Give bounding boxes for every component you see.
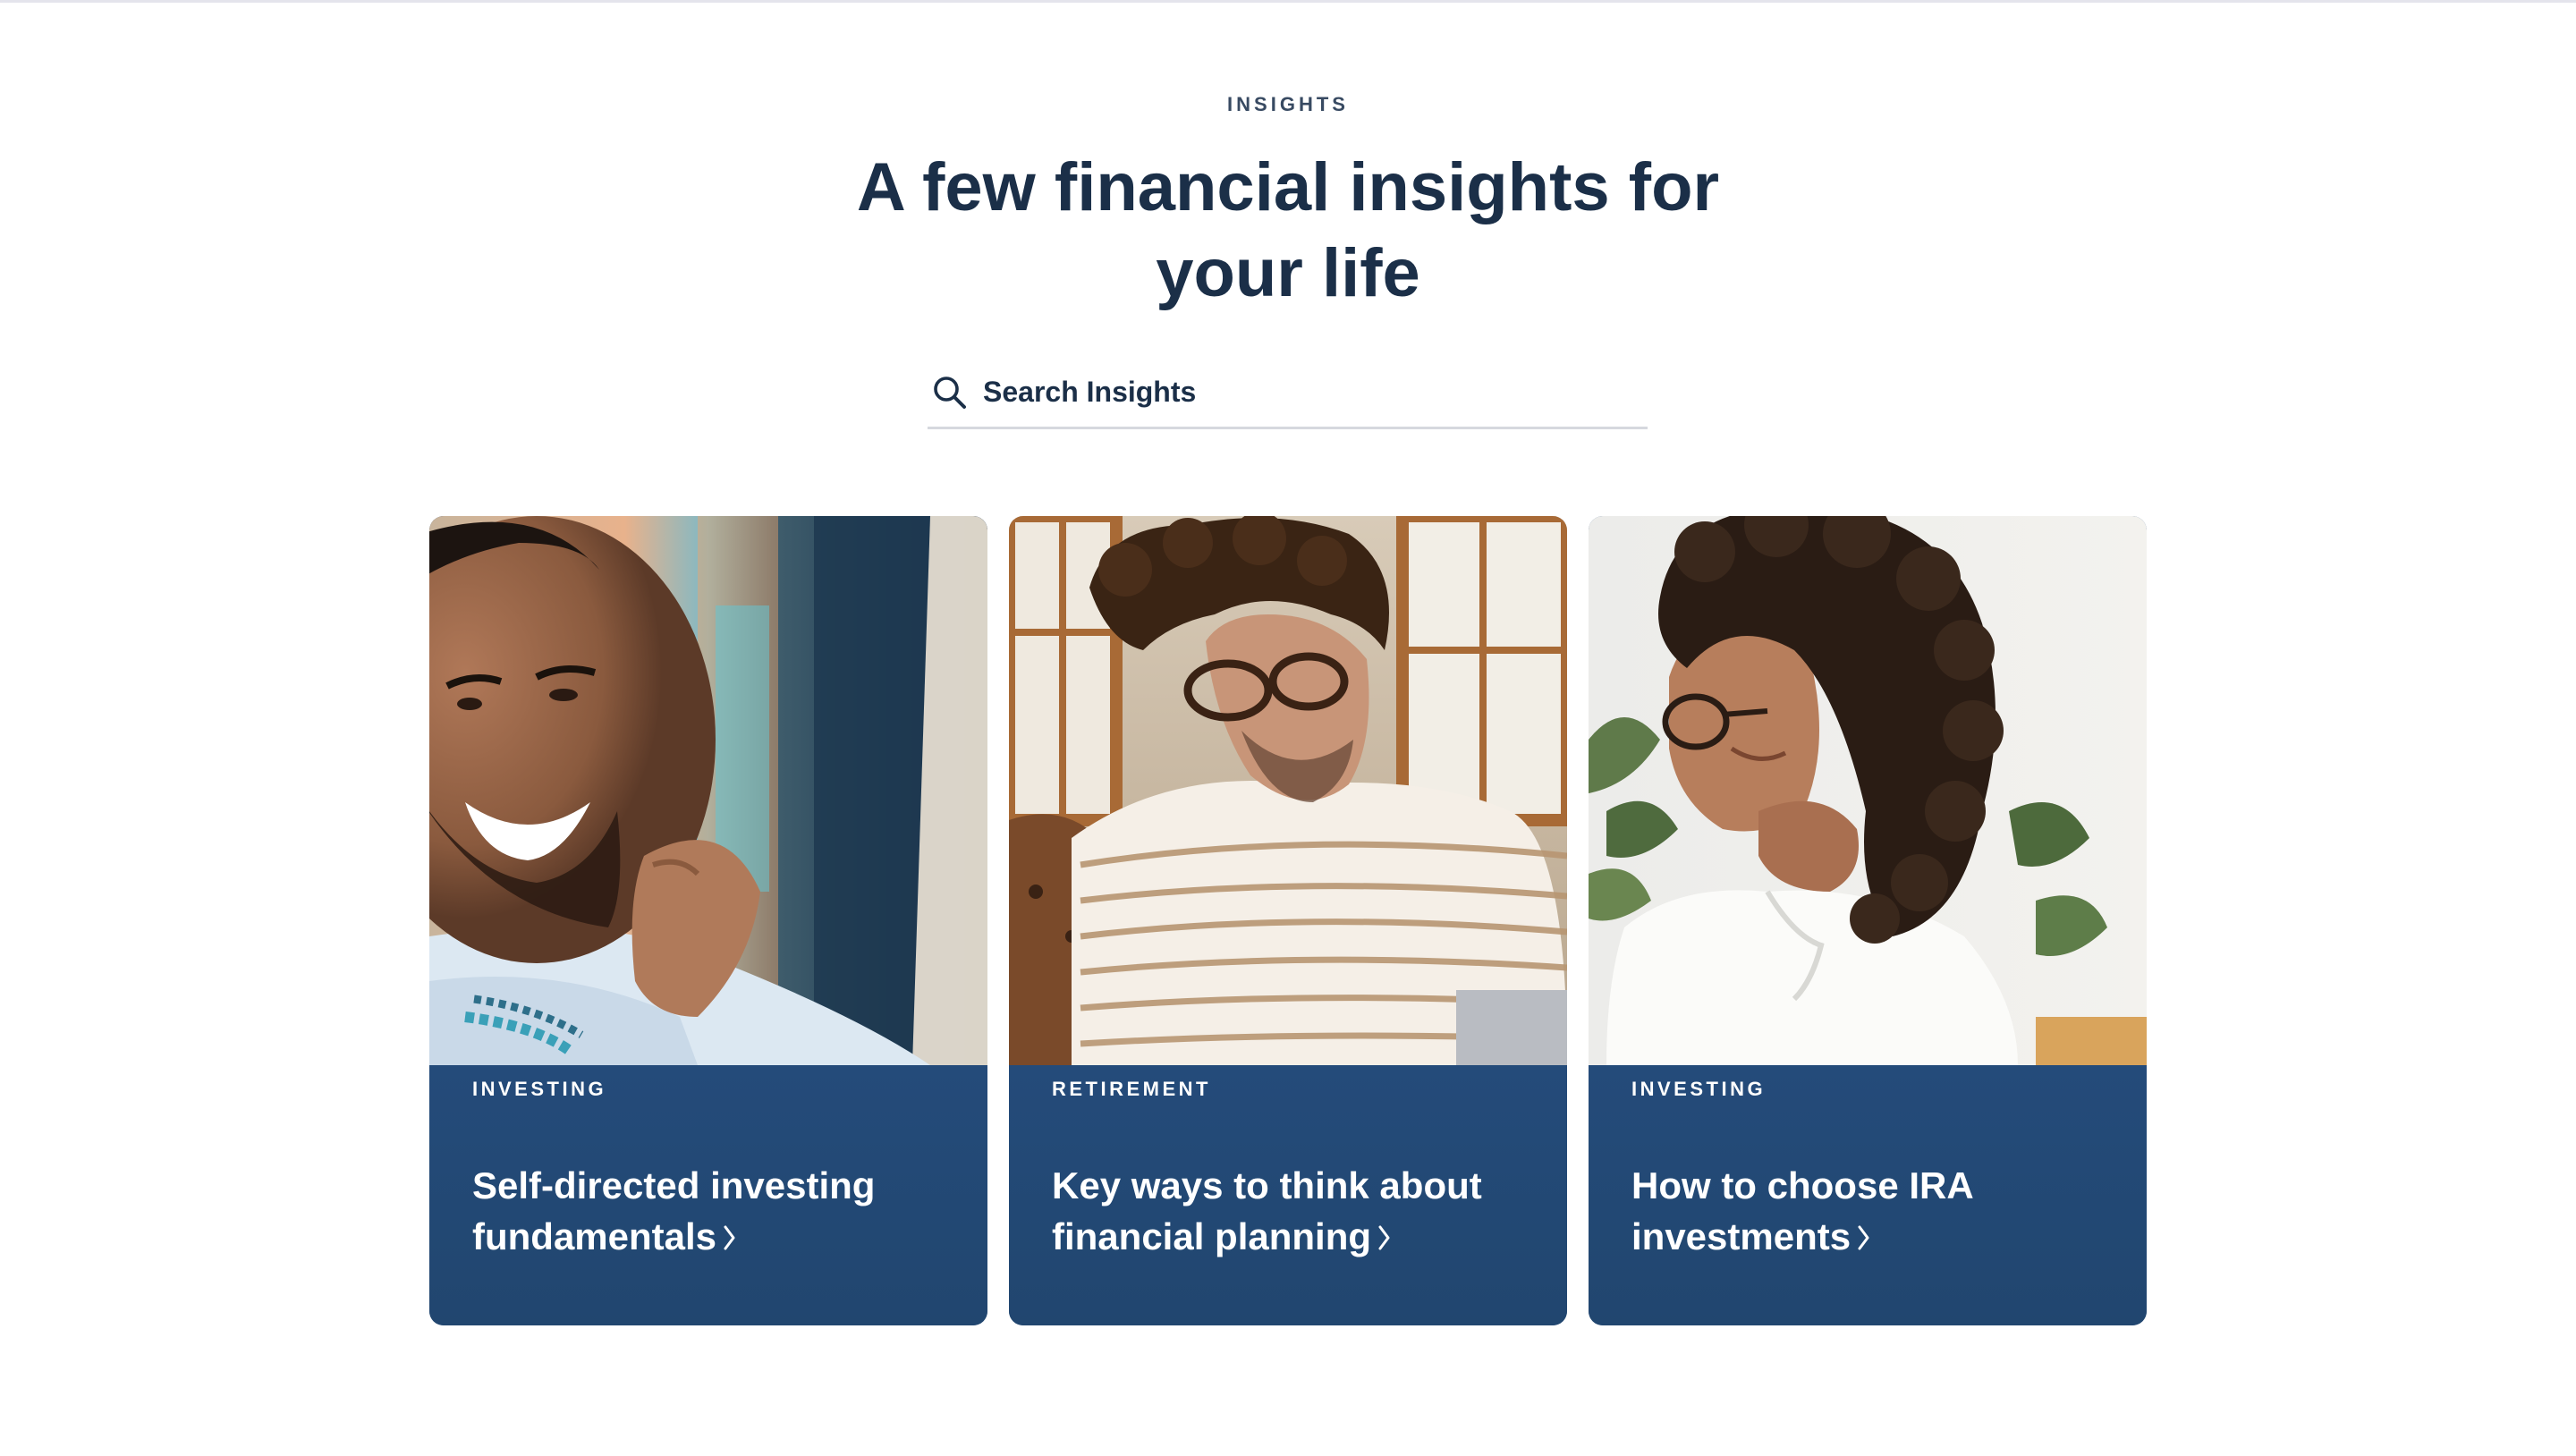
card-title-text: Self-directed investing fundamentals xyxy=(472,1164,876,1257)
insight-card-ira-investments[interactable]: INVESTING How to choose IRA investments xyxy=(1589,516,2147,1325)
insights-section: INSIGHTS A few financial insights for yo… xyxy=(0,0,2576,1456)
section-eyebrow: INSIGHTS xyxy=(1227,93,1349,115)
chevron-right-icon xyxy=(724,1225,735,1250)
smiling-man-photo xyxy=(429,516,987,1065)
chevron-right-icon xyxy=(1378,1225,1390,1250)
man-with-glasses-reading-photo xyxy=(1009,516,1567,1065)
chevron-right-icon xyxy=(1858,1225,1869,1250)
insight-card-financial-planning[interactable]: RETIREMENT Key ways to think about finan… xyxy=(1009,516,1567,1325)
card-title-link[interactable]: Self-directed investing fundamentals xyxy=(472,1160,955,1262)
search-icon[interactable] xyxy=(931,374,969,411)
woman-thinking-photo xyxy=(1589,516,2147,1065)
insight-card-self-directed-investing[interactable]: INVESTING Self-directed investing fundam… xyxy=(429,516,987,1325)
card-title-link[interactable]: Key ways to think about financial planni… xyxy=(1052,1160,1535,1262)
card-title-text: Key ways to think about financial planni… xyxy=(1052,1164,1482,1257)
search-insights-field[interactable] xyxy=(928,358,1648,429)
search-input[interactable] xyxy=(983,376,1609,409)
card-category: INVESTING xyxy=(1631,1078,1767,1100)
card-title-link[interactable]: How to choose IRA investments xyxy=(1631,1160,2114,1262)
section-headline: A few financial insights for your life xyxy=(856,149,1720,311)
insight-cards: INVESTING Self-directed investing fundam… xyxy=(429,516,2147,1325)
card-category: RETIREMENT xyxy=(1052,1078,1211,1100)
card-title-text: How to choose IRA investments xyxy=(1631,1164,1973,1257)
card-category: INVESTING xyxy=(472,1078,607,1100)
